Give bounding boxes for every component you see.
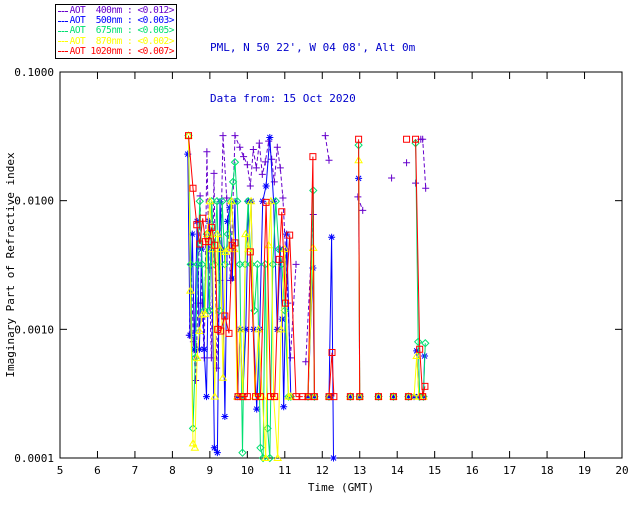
legend-item-2: AOT 675nm : <0.005> (58, 25, 175, 37)
series-aot-675nm (188, 135, 426, 459)
y-tick-label: 0.0001 (14, 452, 54, 465)
data-marker (240, 153, 248, 161)
aerosol-refractive-index-plot: AOT 400nm : <0.012> AOT 500nm : <0.003> AO… (0, 0, 640, 512)
data-marker (328, 233, 336, 241)
data-marker (203, 148, 211, 156)
data-marker (279, 194, 287, 202)
data-marker (292, 260, 300, 268)
x-tick-label: 14 (391, 464, 405, 477)
series-aot-500nm (187, 137, 426, 459)
series-line (188, 135, 291, 459)
data-marker (202, 393, 210, 401)
site-location-text: PML, N 50 22', W 04 08', Alt 0m (210, 41, 416, 54)
data-marker (221, 413, 229, 421)
data-marker (354, 193, 362, 201)
legend-box: AOT 400nm : <0.012> AOT 500nm : <0.003> AO… (55, 4, 177, 59)
y-tick-label: 0.0100 (14, 195, 54, 208)
data-marker (249, 145, 257, 153)
legend-item-4: AOT 1020nm : <0.007> (58, 45, 175, 57)
x-tick-label: 11 (278, 464, 291, 477)
y-axis-title: Imaginary Part of Refractive index (4, 152, 17, 378)
legend-line-sample (58, 51, 68, 53)
x-tick-label: 8 (169, 464, 176, 477)
data-marker (388, 174, 396, 182)
x-axis-title: Time (GMT) (308, 481, 374, 494)
data-date-text: Data from: 15 Oct 2020 (210, 92, 356, 105)
data-marker (246, 182, 254, 190)
x-tick-label: 18 (540, 464, 553, 477)
data-marker (210, 169, 218, 177)
data-marker (412, 179, 420, 187)
data-marker (422, 184, 430, 192)
data-marker (419, 135, 427, 143)
data-marker (210, 444, 218, 452)
series-line (413, 355, 420, 397)
data-marker (192, 377, 200, 385)
legend-line-sample (58, 41, 68, 43)
x-tick-label: 12 (316, 464, 329, 477)
data-marker (186, 331, 194, 339)
data-marker (243, 161, 251, 169)
data-marker (253, 405, 261, 413)
data-marker (262, 182, 270, 190)
data-marker (280, 403, 288, 411)
series-line (420, 138, 427, 189)
data-marker (258, 170, 266, 178)
data-marker (325, 156, 333, 164)
y-tick-label: 0.1000 (14, 66, 54, 79)
data-marker (359, 206, 367, 214)
x-tick-label: 17 (503, 464, 516, 477)
legend-line-sample (58, 10, 68, 12)
data-marker (213, 449, 221, 457)
x-tick-label: 13 (353, 464, 366, 477)
data-marker (403, 159, 411, 167)
site-header: PML, N 50 22', W 04 08', Alt 0m Data fro… (210, 5, 415, 141)
x-tick-label: 5 (57, 464, 64, 477)
data-marker (252, 164, 260, 172)
x-tick-label: 20 (615, 464, 628, 477)
legend-line-sample (58, 20, 68, 22)
series-line (328, 237, 334, 459)
x-tick-label: 15 (428, 464, 441, 477)
y-tick-label: 0.0010 (14, 323, 54, 336)
x-tick-label: 19 (578, 464, 591, 477)
x-tick-label: 10 (241, 464, 254, 477)
legend-line-sample (58, 30, 68, 32)
x-tick-label: 16 (466, 464, 479, 477)
x-tick-label: 9 (207, 464, 214, 477)
data-marker (276, 164, 284, 172)
x-tick-label: 7 (132, 464, 139, 477)
data-marker (273, 143, 281, 151)
legend-item-label: AOT 1020nm : <0.007> (69, 45, 175, 57)
data-marker (330, 454, 338, 462)
data-marker (236, 143, 244, 151)
legend-item-label: AOT 675nm : <0.005> (69, 25, 175, 37)
x-tick-label: 6 (94, 464, 101, 477)
data-marker (200, 345, 208, 353)
